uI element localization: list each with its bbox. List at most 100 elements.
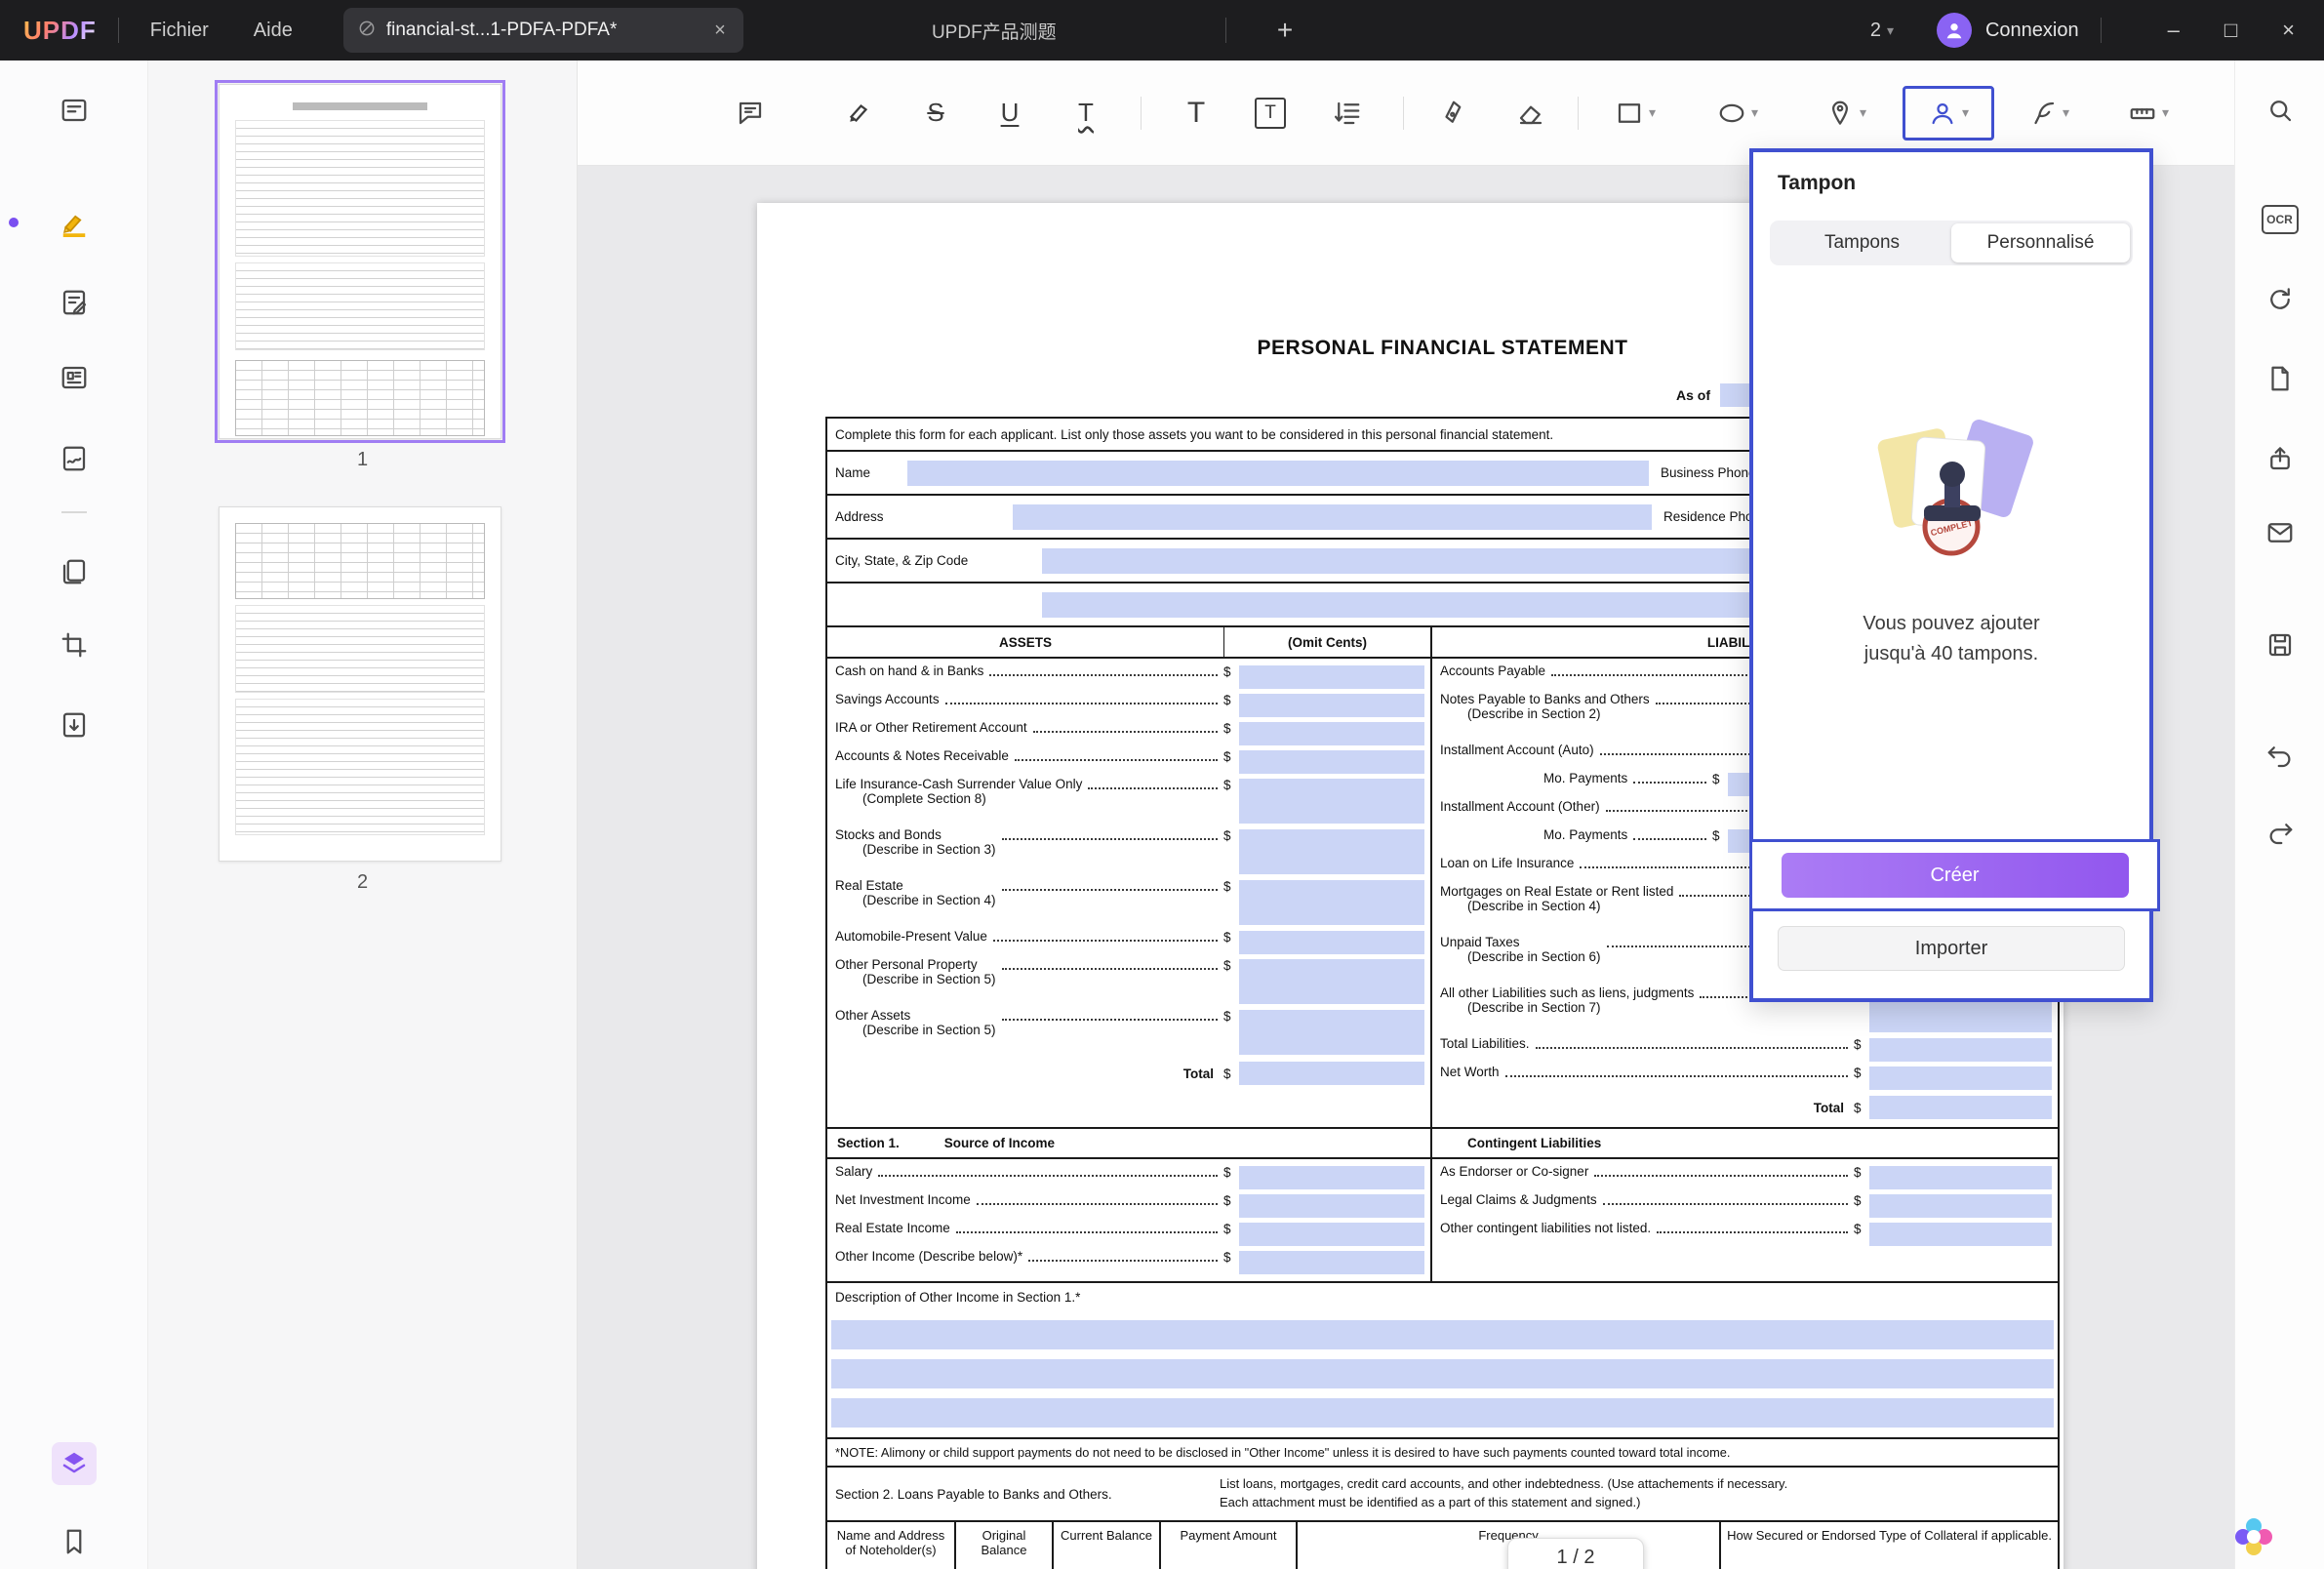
- signature-tool-button[interactable]: ▾: [2018, 92, 2080, 135]
- extract-pages-button[interactable]: [52, 704, 97, 746]
- tab-close-icon[interactable]: ×: [710, 20, 730, 42]
- amount-field[interactable]: [1239, 1010, 1424, 1055]
- avatar[interactable]: [1937, 13, 1972, 48]
- dollar-sign: $: [1854, 1165, 1869, 1180]
- pencil-tool-button[interactable]: [1434, 92, 1473, 135]
- import-stamp-button[interactable]: Importer: [1778, 926, 2125, 971]
- close-button[interactable]: ×: [2282, 18, 2295, 43]
- share-button[interactable]: [2258, 437, 2303, 480]
- measure-tool-button[interactable]: ▾: [2117, 92, 2180, 135]
- chevron-down-icon[interactable]: ▾: [2162, 104, 2169, 121]
- strikethrough-tool-button[interactable]: S: [916, 92, 955, 135]
- pin-sticker-tool-button[interactable]: ▾: [1815, 92, 1877, 135]
- amount-field[interactable]: [1239, 1194, 1424, 1218]
- amount-field[interactable]: [1869, 1166, 2052, 1189]
- crop-pages-button[interactable]: [52, 624, 97, 666]
- page-thumbnail-2[interactable]: [219, 506, 501, 862]
- annotate-mode-button[interactable]: [52, 201, 97, 244]
- chevron-down-icon[interactable]: ▾: [1962, 104, 1969, 121]
- dotted-leader: [1633, 829, 1706, 840]
- line-sublabel: (Describe in Section 6): [1440, 949, 1601, 964]
- name-field[interactable]: [907, 461, 1649, 486]
- reader-mode-button[interactable]: [52, 356, 97, 399]
- underline-tool-button[interactable]: U: [990, 92, 1029, 135]
- amount-field[interactable]: [1239, 779, 1424, 824]
- document-tab-active[interactable]: financial-st...1-PDFA-PDFA* ×: [343, 8, 743, 53]
- ellipse-shape-tool-button[interactable]: ▾: [1706, 92, 1769, 135]
- tab-tampons[interactable]: Tampons: [1773, 223, 1951, 262]
- description-field[interactable]: [831, 1359, 2054, 1388]
- bookmark-button[interactable]: [52, 1520, 97, 1563]
- amount-field[interactable]: [1239, 1062, 1424, 1085]
- amount-field[interactable]: [1869, 1038, 2052, 1062]
- description-field[interactable]: [831, 1320, 2054, 1349]
- layers-button[interactable]: [52, 1442, 97, 1485]
- amount-field[interactable]: [1239, 750, 1424, 774]
- minimize-button[interactable]: –: [2168, 18, 2180, 43]
- login-button[interactable]: Connexion: [1985, 20, 2079, 42]
- note-row: *NOTE: Alimony or child support payments…: [827, 1437, 2058, 1466]
- contingent-line: As Endorser or Co-signer $: [1432, 1163, 2058, 1191]
- redo-button[interactable]: [2258, 812, 2303, 855]
- amount-field[interactable]: [1869, 1066, 2052, 1090]
- stamp-tool-button-selected[interactable]: ▾: [1903, 86, 1994, 141]
- description-field[interactable]: [831, 1398, 2054, 1428]
- save-button[interactable]: [2258, 624, 2303, 666]
- amount-field[interactable]: [1239, 722, 1424, 745]
- add-text-tool-button[interactable]: T: [1177, 92, 1216, 135]
- amount-field[interactable]: [1239, 1251, 1424, 1274]
- chevron-down-icon[interactable]: ▾: [1649, 104, 1656, 121]
- highlight-tool-button[interactable]: [839, 92, 878, 135]
- edit-pdf-button[interactable]: [52, 281, 97, 324]
- menu-fichier[interactable]: Fichier: [140, 14, 219, 48]
- new-tab-button[interactable]: +: [1267, 15, 1302, 46]
- amount-field[interactable]: [1869, 1096, 2052, 1119]
- tab-personnalise[interactable]: Personnalisé: [1951, 223, 2130, 262]
- amount-field[interactable]: [1239, 880, 1424, 925]
- dotted-leader: [956, 1223, 1218, 1233]
- dotted-leader: [1002, 1010, 1218, 1021]
- amount-field[interactable]: [1239, 931, 1424, 954]
- updf-logo[interactable]: UPDF: [23, 16, 97, 46]
- rectangle-shape-tool-button[interactable]: ▾: [1604, 92, 1666, 135]
- comment-tool-button[interactable]: [731, 92, 770, 135]
- amount-field[interactable]: [1869, 1223, 2052, 1246]
- convert-button[interactable]: [2258, 278, 2303, 321]
- menu-aide[interactable]: Aide: [244, 14, 302, 48]
- amount-field[interactable]: [1239, 1223, 1424, 1246]
- text-box-tool-button[interactable]: T: [1251, 92, 1290, 135]
- amount-field[interactable]: [1239, 829, 1424, 874]
- squiggly-underline-tool-button[interactable]: T: [1066, 92, 1105, 135]
- page-thumbnail-1[interactable]: [219, 84, 501, 439]
- maximize-button[interactable]: □: [2224, 18, 2237, 43]
- amount-field[interactable]: [1869, 1194, 2052, 1218]
- chevron-down-icon[interactable]: ▾: [2063, 104, 2069, 121]
- chevron-down-icon[interactable]: ▾: [1751, 104, 1758, 121]
- amount-field[interactable]: [1239, 694, 1424, 717]
- document-info-button[interactable]: [2258, 357, 2303, 400]
- search-button[interactable]: [2258, 89, 2303, 132]
- document-tab-2[interactable]: UPDF产品测题: [784, 8, 1204, 53]
- organize-pages-button[interactable]: [52, 550, 97, 593]
- eraser-tool-button[interactable]: [1511, 92, 1550, 135]
- stamp-panel: Tampon Tampons Personnalisé COMPLET Vous…: [1749, 148, 2153, 1002]
- text-callout-tool-button[interactable]: [1328, 92, 1367, 135]
- page-indicator[interactable]: 1 / 2: [1507, 1538, 1644, 1569]
- tab-count-dropdown[interactable]: 2 ▾: [1870, 20, 1894, 42]
- section1-header: Section 1. Source of Income Contingent L…: [827, 1127, 2058, 1159]
- fill-sign-button[interactable]: [52, 437, 97, 480]
- address-field[interactable]: [1013, 504, 1652, 530]
- ai-assistant-icon[interactable]: [2234, 1517, 2273, 1561]
- undo-button[interactable]: [2258, 735, 2303, 778]
- comments-panel-button[interactable]: [52, 89, 97, 132]
- contingent-title-cell: Contingent Liabilities: [1432, 1129, 2058, 1157]
- amount-field[interactable]: [1239, 959, 1424, 1004]
- amount-field[interactable]: [1239, 1166, 1424, 1189]
- create-stamp-button[interactable]: Créer: [1782, 853, 2129, 898]
- email-button[interactable]: [2258, 511, 2303, 554]
- amount-field[interactable]: [1239, 665, 1424, 689]
- chevron-down-icon[interactable]: ▾: [1860, 104, 1866, 121]
- section1-left: Section 1. Source of Income: [827, 1129, 1432, 1157]
- ocr-button[interactable]: OCR: [2258, 198, 2303, 241]
- income-line: Other Income (Describe below)* $: [827, 1248, 1430, 1276]
